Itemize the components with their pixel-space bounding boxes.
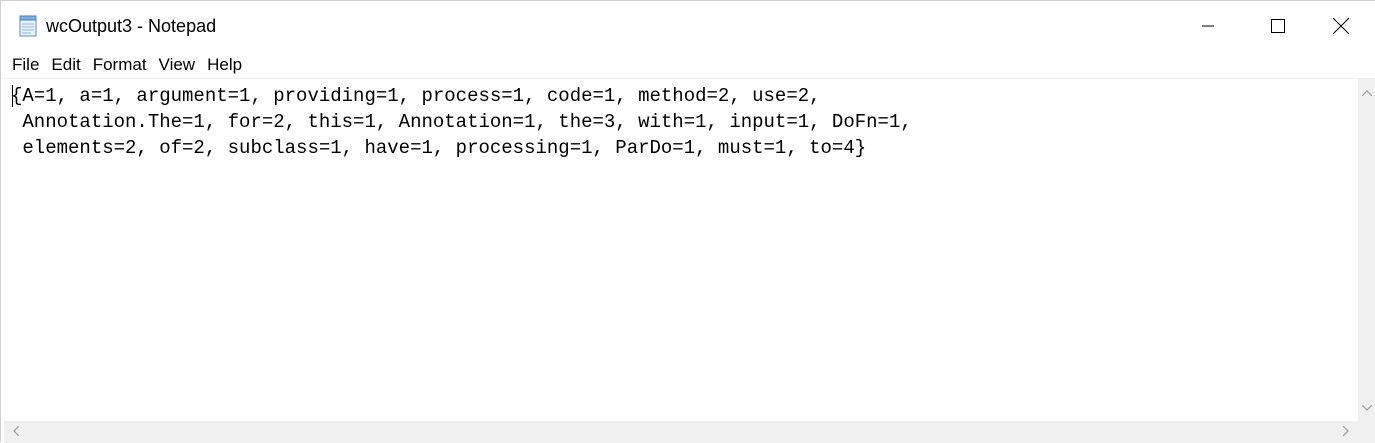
- chevron-up-icon: [1361, 83, 1373, 101]
- editor-content[interactable]: {A=1, a=1, argument=1, providing=1, proc…: [11, 83, 912, 161]
- scroll-right-button[interactable]: [1338, 421, 1354, 443]
- menu-file[interactable]: File: [1, 51, 45, 78]
- title-bar[interactable]: wcOutput3 - Notepad: [1, 1, 1375, 51]
- notepad-icon[interactable]: [18, 15, 38, 37]
- menu-bar: File Edit Format View Help: [1, 51, 1375, 78]
- menu-view[interactable]: View: [153, 51, 202, 78]
- menu-format[interactable]: Format: [87, 51, 153, 78]
- text-caret: [12, 85, 13, 107]
- scrollbar-corner: [1358, 421, 1375, 443]
- text-editor[interactable]: {A=1, a=1, argument=1, providing=1, proc…: [4, 78, 1358, 422]
- vertical-scrollbar[interactable]: [1358, 78, 1375, 421]
- horizontal-scrollbar[interactable]: [4, 421, 1358, 443]
- editor-line: elements=2, of=2, subclass=1, have=1, pr…: [11, 137, 867, 159]
- chevron-right-icon: [1342, 423, 1349, 441]
- editor-line: Annotation.The=1, for=2, this=1, Annotat…: [11, 111, 912, 133]
- close-button[interactable]: [1306, 1, 1375, 51]
- menu-edit[interactable]: Edit: [45, 51, 86, 78]
- window-title: wcOutput3 - Notepad: [46, 16, 217, 36]
- notepad-window: wcOutput3 - Notepad File Edit Format Vie…: [0, 0, 1375, 443]
- scroll-down-button[interactable]: [1358, 399, 1375, 415]
- minimize-button[interactable]: [1173, 1, 1243, 51]
- editor-line: {A=1, a=1, argument=1, providing=1, proc…: [11, 85, 821, 107]
- scroll-up-button[interactable]: [1358, 84, 1375, 100]
- menu-help[interactable]: Help: [201, 51, 248, 78]
- close-icon: [1333, 18, 1349, 34]
- maximize-button[interactable]: [1243, 1, 1313, 51]
- chevron-left-icon: [13, 423, 20, 441]
- maximize-icon: [1271, 19, 1285, 33]
- chevron-down-icon: [1361, 398, 1373, 416]
- scroll-left-button[interactable]: [8, 421, 24, 443]
- minimize-icon: [1202, 20, 1214, 32]
